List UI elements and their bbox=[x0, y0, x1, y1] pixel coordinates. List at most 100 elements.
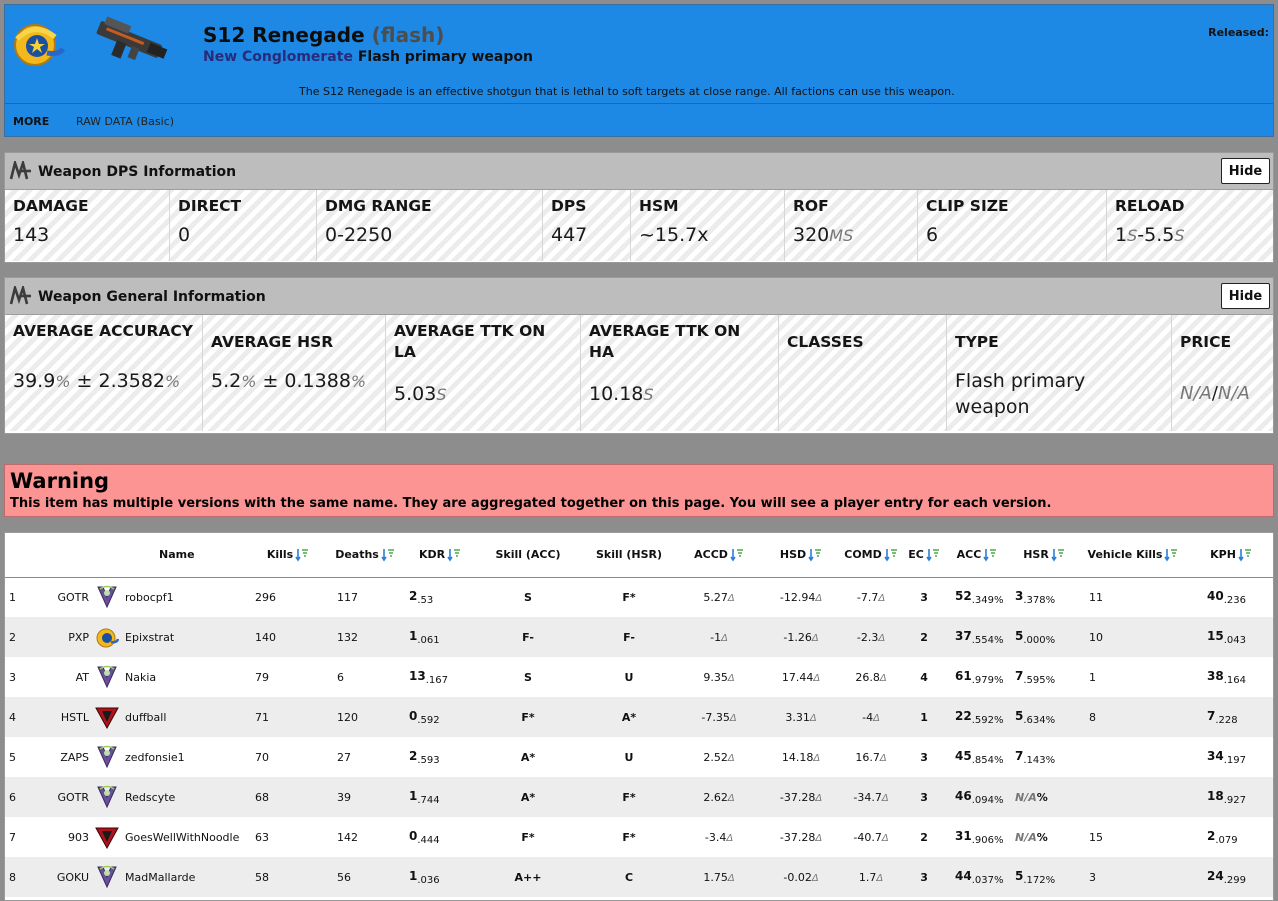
sort-icon[interactable] bbox=[1051, 548, 1065, 562]
col-vehicle-kills[interactable]: Vehicle Kills bbox=[1079, 533, 1188, 578]
comd-cell: -7.7Δ bbox=[839, 577, 904, 617]
acc-int: 61 bbox=[955, 668, 972, 683]
kph-frac: .079 bbox=[1215, 834, 1238, 846]
more-menu[interactable]: MORE bbox=[13, 115, 49, 128]
player-name-link[interactable]: GoesWellWithNoodle bbox=[123, 817, 254, 857]
acc-int: 45 bbox=[955, 748, 972, 763]
table-row[interactable]: 8 GOKU MadMallarde 58 56 1.036 A++ C 1.75Δ -0.02Δ… bbox=[5, 857, 1273, 897]
outfit-tag[interactable]: ZAPS bbox=[43, 737, 91, 777]
acc-int: 22 bbox=[955, 708, 972, 723]
general-hide-button[interactable]: Hide bbox=[1221, 283, 1270, 309]
faction-link[interactable]: New Conglomerate bbox=[203, 49, 353, 65]
vehicle-kills-cell bbox=[1079, 777, 1188, 817]
table-row[interactable]: 4 HSTL duffball 71 120 0.592 F* A* -7.35Δ 3.31Δ -4… bbox=[5, 697, 1273, 737]
outfit-tag[interactable]: GOTR bbox=[43, 577, 91, 617]
player-name-link[interactable]: zedfonsie1 bbox=[123, 737, 254, 777]
skill-acc-grade: S bbox=[473, 577, 584, 617]
col-hsr[interactable]: HSR bbox=[1009, 533, 1080, 578]
stat-average-hsr: AVERAGE HSR 5.2% ± 0.1388% bbox=[203, 315, 386, 431]
col-skill-hsr[interactable]: Skill (HSR) bbox=[583, 533, 676, 578]
vehicle-kills-cell: 15 bbox=[1079, 817, 1188, 857]
col-accd[interactable]: ACCD bbox=[675, 533, 764, 578]
accuracy-mean: 39.9 bbox=[13, 370, 56, 392]
stat-hsm: HSM ~15.7x bbox=[631, 190, 785, 261]
vehicle-kills-cell: 1 bbox=[1079, 657, 1188, 697]
hsr-frac: .000 bbox=[1023, 634, 1046, 646]
table-row[interactable]: 3 AT Nakia 79 6 13.167 S U 9.35Δ 17.44Δ 26.8Δ 4 61.9… bbox=[5, 657, 1273, 697]
sort-icon[interactable] bbox=[295, 548, 309, 562]
col-label: Vehicle Kills bbox=[1087, 547, 1163, 561]
acc-int: 46 bbox=[955, 788, 972, 803]
stat-value: 0 bbox=[178, 224, 191, 246]
sort-icon[interactable] bbox=[926, 548, 940, 562]
col-deaths[interactable]: Deaths bbox=[323, 533, 408, 578]
delta-symbol: Δ bbox=[809, 712, 817, 724]
col-skill-acc[interactable]: Skill (ACC) bbox=[473, 533, 584, 578]
hsd-cell: -37.28Δ bbox=[763, 777, 840, 817]
table-row[interactable]: 1 GOTR robocpf1 296 117 2.53 S F* 5.27Δ -12.94Δ -7… bbox=[5, 577, 1273, 617]
table-row[interactable]: 6 GOTR Redscyte 68 39 1.744 A* F* 2.62Δ -37.28Δ -3… bbox=[5, 777, 1273, 817]
outfit-tag[interactable]: GOTR bbox=[43, 777, 91, 817]
players-leaderboard: Name Kills Deaths KDR Skill (ACC) Skill … bbox=[4, 532, 1274, 901]
col-acc[interactable]: ACC bbox=[945, 533, 1010, 578]
ec-cell: 3 bbox=[903, 777, 946, 817]
kdr-frac: .061 bbox=[417, 634, 440, 646]
delta-symbol: Δ bbox=[876, 872, 884, 884]
sort-icon[interactable] bbox=[381, 548, 395, 562]
outfit-tag[interactable]: GOKU bbox=[43, 857, 91, 897]
warning-title: Warning bbox=[10, 469, 110, 493]
player-name-link[interactable]: Epixstrat bbox=[123, 617, 254, 657]
weapon-subtitle: New Conglomerate Flash primary weapon bbox=[203, 49, 533, 65]
raw-data-link[interactable]: RAW DATA (Basic) bbox=[76, 115, 174, 128]
vehicle-kills-cell: 10 bbox=[1079, 617, 1188, 657]
player-name-link[interactable]: duffball bbox=[123, 697, 254, 737]
player-name-link[interactable]: robocpf1 bbox=[123, 577, 254, 617]
kdr-cell: 13.167 bbox=[407, 657, 474, 697]
kph-frac: .197 bbox=[1223, 754, 1246, 766]
table-row[interactable]: 7 903 GoesWellWithNoodle 63 142 0.444 F* F* -3.4… bbox=[5, 817, 1273, 857]
sort-icon[interactable] bbox=[730, 548, 744, 562]
table-row[interactable]: 5 ZAPS zedfonsie1 70 27 2.593 A* U 2.52Δ 14.18Δ 16… bbox=[5, 737, 1273, 777]
col-label: KPH bbox=[1210, 547, 1236, 561]
stat-label: AVERAGE ACCURACY bbox=[13, 322, 194, 340]
outfit-tag[interactable]: HSTL bbox=[43, 697, 91, 737]
col-ec[interactable]: EC bbox=[903, 533, 946, 578]
sort-icon[interactable] bbox=[808, 548, 822, 562]
delta-symbol: Δ bbox=[727, 792, 735, 804]
sort-icon[interactable] bbox=[1238, 548, 1252, 562]
comd-cell: -34.7Δ bbox=[839, 777, 904, 817]
stat-value: 447 bbox=[551, 224, 588, 246]
percent-unit: % bbox=[1045, 634, 1056, 646]
col-comd[interactable]: COMD bbox=[839, 533, 904, 578]
accd-value: -1 bbox=[710, 630, 722, 644]
player-name-link[interactable]: MadMallarde bbox=[123, 857, 254, 897]
delta-symbol: Δ bbox=[727, 592, 735, 604]
kph-int: 15 bbox=[1207, 628, 1224, 643]
sort-icon[interactable] bbox=[447, 548, 461, 562]
table-row[interactable]: 2 PXP Epixstrat 140 132 1.061 F- F- -1Δ -1.26Δ -2.… bbox=[5, 617, 1273, 657]
outfit-tag[interactable]: AT bbox=[43, 657, 91, 697]
outfit-tag[interactable]: PXP bbox=[43, 617, 91, 657]
col-kills[interactable]: Kills bbox=[253, 533, 324, 578]
col-hsd[interactable]: HSD bbox=[763, 533, 840, 578]
col-kdr[interactable]: KDR bbox=[407, 533, 474, 578]
player-name-link[interactable]: Nakia bbox=[123, 657, 254, 697]
sort-icon[interactable] bbox=[884, 548, 898, 562]
col-name[interactable]: Name bbox=[123, 533, 254, 578]
col-kph[interactable]: KPH bbox=[1187, 533, 1273, 578]
kdr-cell: 2.53 bbox=[407, 577, 474, 617]
nc-faction-logo-icon bbox=[14, 24, 65, 66]
dps-hide-button[interactable]: Hide bbox=[1221, 158, 1270, 184]
percent-unit: % bbox=[993, 834, 1004, 846]
acc-int: 52 bbox=[955, 588, 972, 603]
outfit-tag[interactable]: 903 bbox=[43, 817, 91, 857]
kph-frac: .043 bbox=[1223, 634, 1246, 646]
player-name-link[interactable]: Redscyte bbox=[123, 777, 254, 817]
sort-icon[interactable] bbox=[983, 548, 997, 562]
plus-minus: ± bbox=[256, 370, 285, 392]
sort-icon[interactable] bbox=[1164, 548, 1178, 562]
skill-acc-grade: A* bbox=[473, 737, 584, 777]
hsr-cell: 7.595% bbox=[1009, 657, 1080, 697]
acc-frac: .854 bbox=[971, 754, 994, 766]
table-header-row: Name Kills Deaths KDR Skill (ACC) Skill … bbox=[5, 533, 1273, 578]
